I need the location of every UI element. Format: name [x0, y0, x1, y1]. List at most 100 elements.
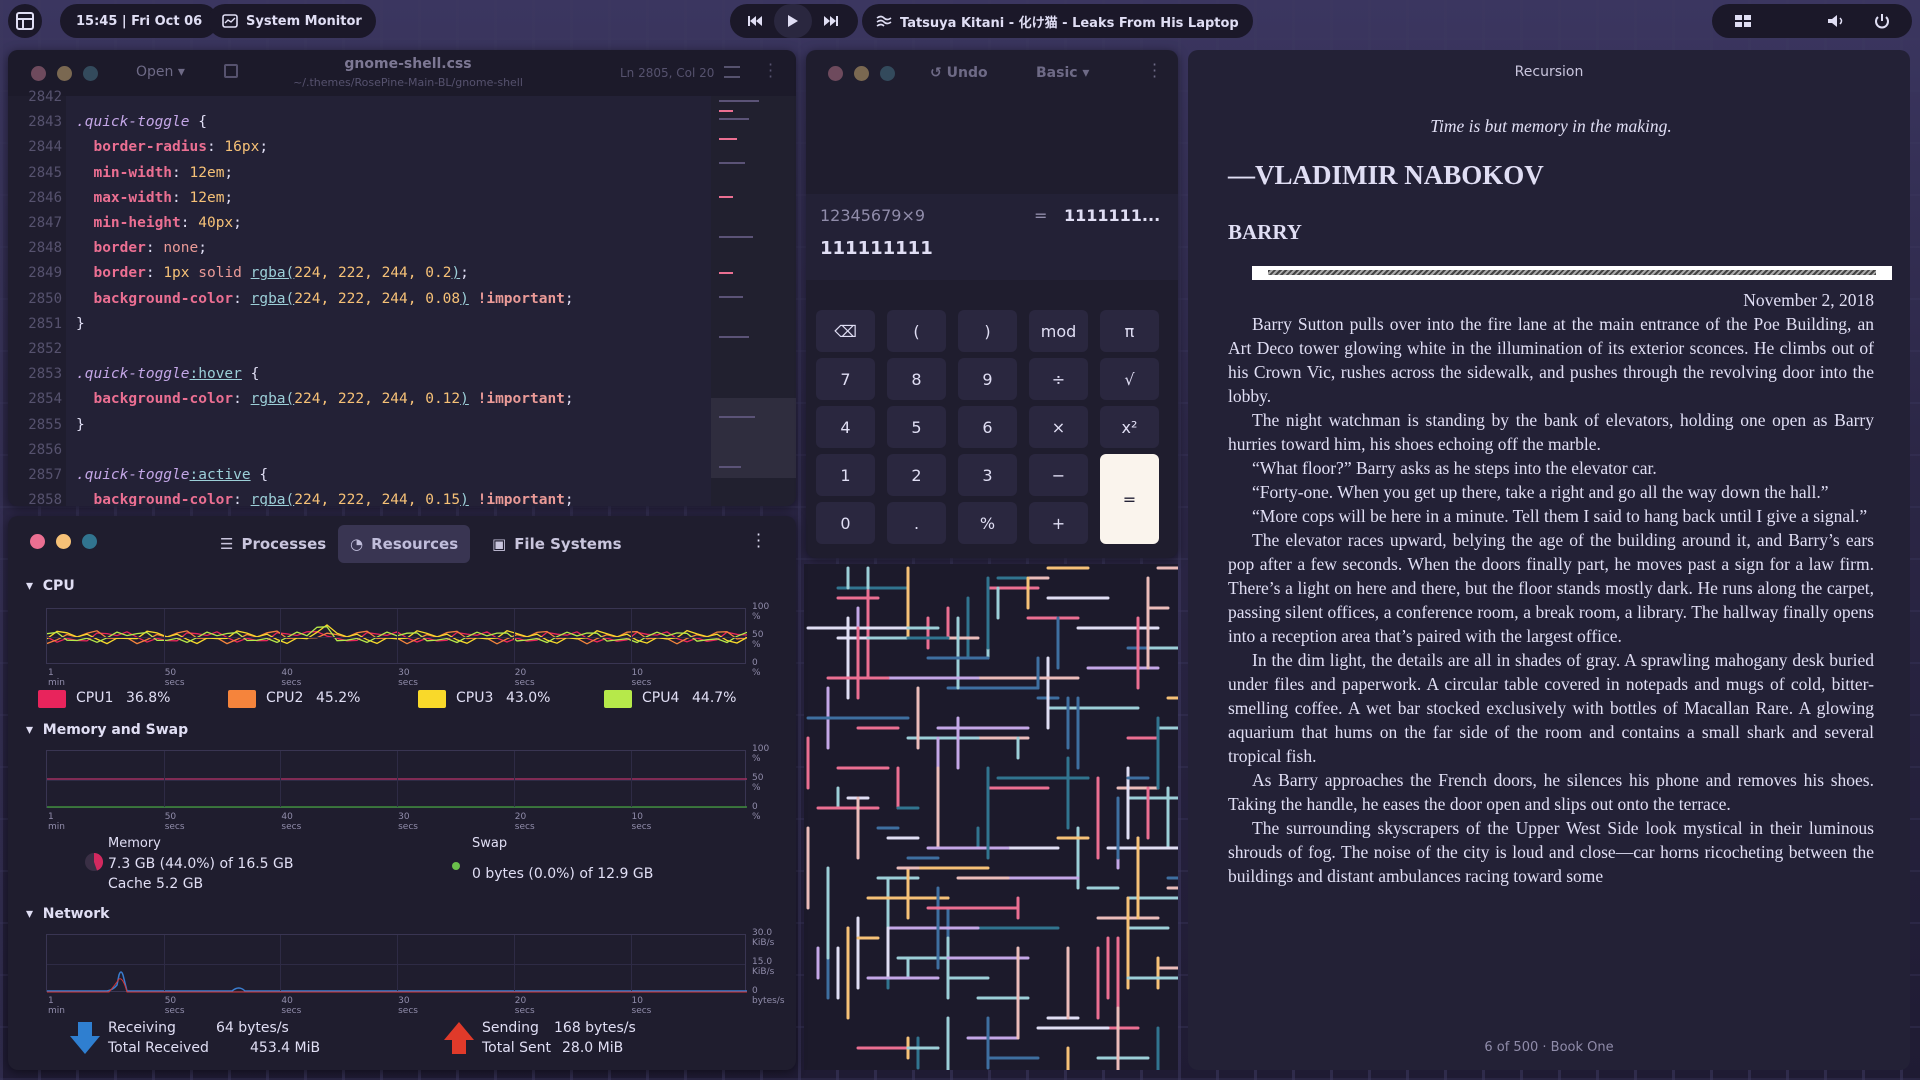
sending-value: 168 bytes/s [554, 1020, 636, 1036]
code-line[interactable]: 2853 .quick-toggle:hover { [8, 362, 708, 387]
play-button[interactable] [774, 4, 812, 38]
time-tick: 30 secs [398, 668, 418, 688]
calc-key[interactable]: 2 [887, 454, 946, 496]
memory-section-header[interactable]: ▾ Memory and Swap [26, 722, 188, 738]
network-graph [46, 934, 747, 993]
line-number: 2853 [28, 366, 62, 383]
minimize-button[interactable] [56, 534, 71, 549]
code-line[interactable]: 2855} [8, 413, 708, 438]
code-line[interactable]: 2848 border: none; [8, 236, 708, 261]
minimize-button[interactable] [854, 66, 869, 81]
calc-key[interactable]: × [1029, 406, 1088, 448]
calc-key[interactable]: + [1029, 502, 1088, 544]
code-token: : [172, 189, 190, 206]
cpu-section-header[interactable]: ▾ CPU [26, 578, 75, 594]
activities-button[interactable] [8, 4, 42, 38]
line-number: 2856 [28, 441, 62, 458]
calc-key[interactable]: x² [1100, 406, 1159, 448]
maximize-button[interactable] [880, 66, 895, 81]
history-expression[interactable]: 12345679×9 [820, 206, 925, 225]
calc-key[interactable]: 1 [816, 454, 875, 496]
minimap[interactable] [711, 96, 796, 506]
calc-key[interactable]: % [958, 502, 1017, 544]
maximize-button[interactable] [82, 534, 97, 549]
code-line[interactable]: 2852 [8, 337, 708, 362]
system-tray[interactable] [1712, 4, 1912, 38]
calc-key[interactable]: 7 [816, 358, 875, 400]
network-section-header[interactable]: ▾ Network [26, 906, 109, 922]
calc-key[interactable]: 4 [816, 406, 875, 448]
book-text[interactable]: Barry Sutton pulls over into the fire la… [1228, 312, 1874, 1032]
close-button[interactable] [828, 66, 843, 81]
mode-selector[interactable]: Basic ▾ [1036, 65, 1089, 81]
code-line[interactable]: 2854 background-color: rgba(224, 222, 24… [8, 387, 708, 412]
close-button[interactable] [30, 534, 45, 549]
code-line[interactable]: 2857 .quick-toggle:active { [8, 463, 708, 488]
calc-key[interactable]: ) [958, 310, 1017, 352]
cpu-color-swatch[interactable] [228, 690, 256, 708]
code-line[interactable]: 2844 border-radius: 16px; [8, 135, 708, 160]
cpu-color-swatch[interactable] [604, 690, 632, 708]
code-line[interactable]: 2851} [8, 312, 708, 337]
calc-key[interactable]: 8 [887, 358, 946, 400]
next-track-button[interactable] [812, 4, 850, 38]
calc-key[interactable]: = [1100, 454, 1159, 544]
menu-icon[interactable]: · · · [1152, 57, 1157, 85]
calc-key[interactable]: 3 [958, 454, 1017, 496]
code-token: min-width [76, 164, 173, 181]
code-line[interactable]: 2846 max-width: 12em; [8, 186, 708, 211]
tab-processes[interactable]: ☰ Processes [208, 525, 338, 563]
calc-key[interactable]: 5 [887, 406, 946, 448]
time-tick: 10 secs [631, 668, 652, 688]
calc-key[interactable]: ( [887, 310, 946, 352]
tab-resources[interactable]: ◔ Resources [338, 525, 471, 563]
code-text: min-width: 12em; [76, 161, 233, 186]
cpu-color-swatch[interactable] [38, 690, 66, 708]
disk-icon: ▣ [492, 535, 507, 553]
calc-key[interactable]: . [887, 502, 946, 544]
network-title: Network [42, 906, 110, 922]
calc-key[interactable]: 0 [816, 502, 875, 544]
close-button[interactable] [31, 66, 46, 81]
calc-key[interactable]: π [1100, 310, 1159, 352]
tab-file-systems[interactable]: ▣ File Systems [480, 525, 634, 563]
cpu-color-swatch[interactable] [418, 690, 446, 708]
download-arrow-icon [70, 1022, 100, 1054]
calc-key[interactable]: − [1029, 454, 1088, 496]
minimize-button[interactable] [57, 66, 72, 81]
new-tab-icon[interactable] [224, 64, 238, 78]
now-playing[interactable]: Tatsuya Kitani - 化け猫 - Leaks From His La… [862, 4, 1253, 38]
undo-icon: ↺ [930, 65, 947, 81]
menu-icon[interactable]: · · · [768, 57, 773, 85]
code-line[interactable]: 2850 background-color: rgba(224, 222, 24… [8, 287, 708, 312]
code-line[interactable]: 2845 min-width: 12em; [8, 161, 708, 186]
calc-key[interactable]: ÷ [1029, 358, 1088, 400]
list-icon[interactable] [724, 66, 740, 78]
clock[interactable]: 15:45 | Fri Oct 06 [60, 4, 219, 38]
code-line[interactable]: 2849 border: 1px solid rgba(224, 222, 24… [8, 261, 708, 286]
code-line[interactable]: 2847 min-height: 40px; [8, 211, 708, 236]
tab-label: Processes [241, 535, 327, 553]
focused-app[interactable]: System Monitor [208, 4, 376, 38]
previous-track-button[interactable] [736, 4, 774, 38]
cursor-position[interactable]: Ln 2805, Col 20 [620, 66, 714, 80]
code-line[interactable]: 2843 .quick-toggle { [8, 110, 708, 135]
undo-button[interactable]: ↺ Undo [930, 65, 988, 81]
calc-input[interactable]: 111111111 [820, 238, 933, 259]
code-token: : [233, 290, 251, 307]
calc-key[interactable]: mod [1029, 310, 1088, 352]
epigraph: Time is but memory in the making. [1430, 116, 1672, 136]
history-result[interactable]: 1111111... [1064, 206, 1160, 225]
calc-key[interactable]: √ [1100, 358, 1159, 400]
open-button[interactable]: Open ▾ [136, 64, 185, 80]
maximize-button[interactable] [83, 66, 98, 81]
calc-key[interactable]: 9 [958, 358, 1017, 400]
code-line[interactable]: 2858 background-color: rgba(224, 222, 24… [8, 488, 708, 506]
code-view[interactable]: 2842 2843 .quick-toggle {2844 border-radiu… [8, 89, 796, 506]
code-token: 12em [189, 189, 225, 206]
code-line[interactable]: 2856 [8, 438, 708, 463]
calc-key[interactable]: ⌫ [816, 310, 875, 352]
code-line[interactable]: 2842 [8, 85, 708, 110]
calc-key[interactable]: 6 [958, 406, 1017, 448]
menu-icon[interactable]: · · · [756, 527, 761, 555]
